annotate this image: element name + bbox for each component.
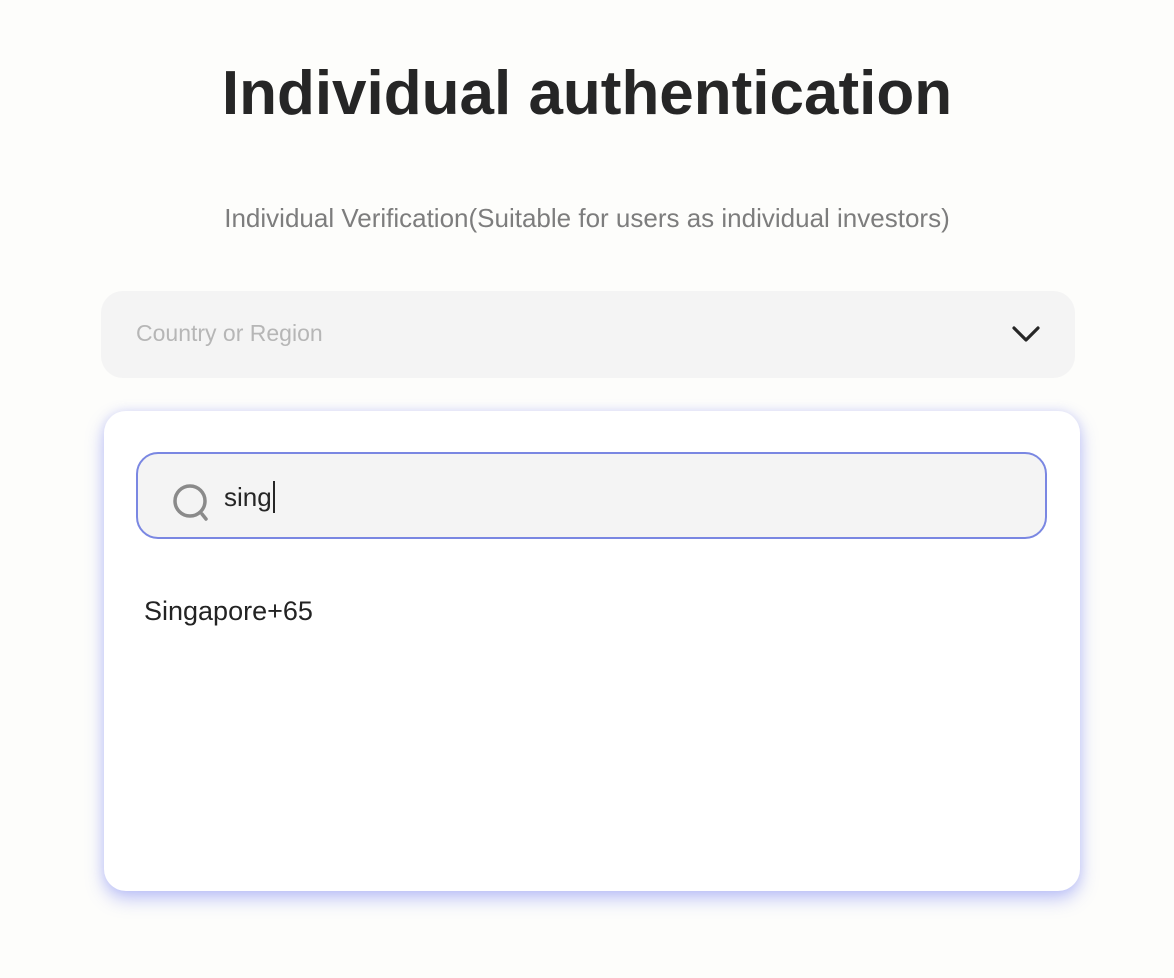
country-dropdown-panel: sing Singapore+65 <box>104 411 1080 891</box>
search-icon <box>172 482 214 524</box>
auth-page: Individual authentication Individual Ver… <box>0 0 1174 978</box>
chevron-down-icon[interactable] <box>1011 323 1041 345</box>
search-input-text[interactable]: sing <box>224 481 275 513</box>
country-option-singapore[interactable]: Singapore+65 <box>144 596 313 627</box>
country-search-input[interactable]: sing <box>136 452 1047 539</box>
search-value: sing <box>224 481 272 512</box>
country-region-placeholder: Country or Region <box>136 320 323 346</box>
country-region-select[interactable]: Country or Region <box>101 291 1075 378</box>
page-title: Individual authentication <box>221 59 953 128</box>
page-subtitle: Individual Verification(Suitable for use… <box>224 203 950 233</box>
text-caret <box>272 481 275 513</box>
